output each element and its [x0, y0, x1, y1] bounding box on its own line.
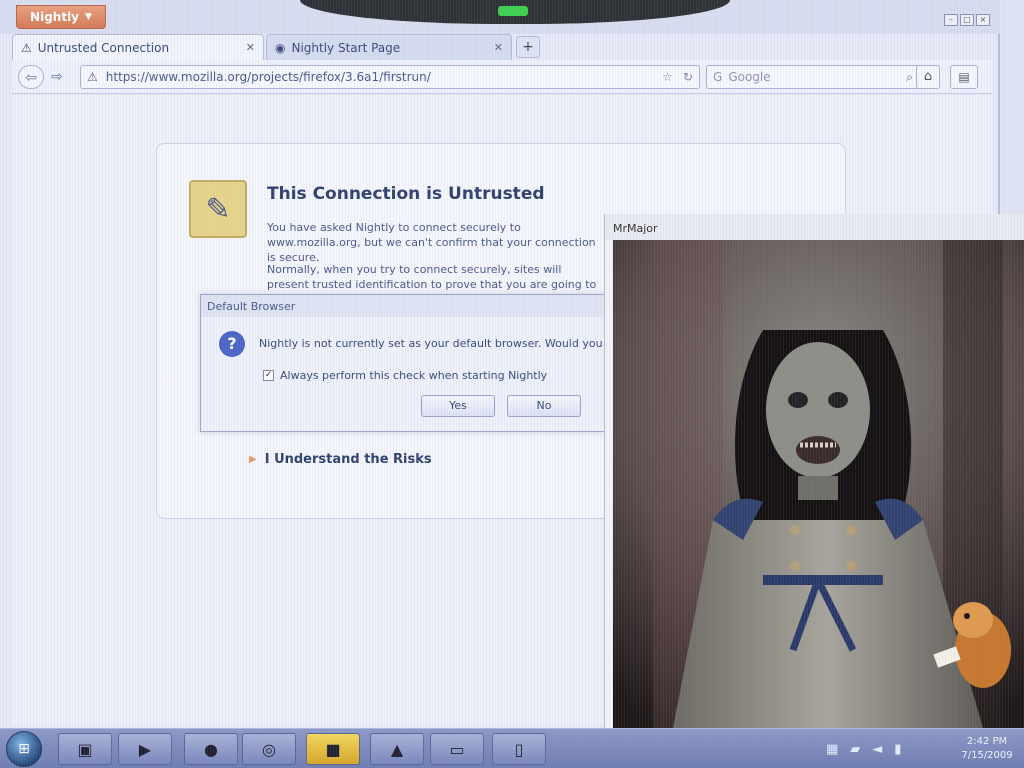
title-bar: Nightly ▼ – □ ×	[0, 0, 1000, 34]
triangle-right-icon: ▶	[249, 454, 257, 465]
navigation-toolbar: ⇦ ⇨ ⚠ https://www.mozilla.org/projects/f…	[12, 60, 992, 94]
taskbar-app-2[interactable]: ▶	[118, 733, 172, 765]
warning-icon: ⚠	[21, 40, 32, 55]
taskbar-clock[interactable]: 2:42 PM 7/15/2009	[952, 733, 1022, 765]
window-icon: ▭	[449, 739, 465, 759]
bookmarks-button[interactable]: ▤	[950, 65, 978, 89]
clock-date: 7/15/2009	[961, 750, 1013, 761]
close-icon[interactable]: ✕	[246, 41, 255, 54]
indicator-icon	[498, 6, 528, 16]
checkbox-label: Always perform this check when starting …	[280, 369, 548, 382]
cube-icon: ■	[325, 739, 341, 759]
close-icon[interactable]: ×	[976, 14, 990, 26]
app-menu-button[interactable]: Nightly ▼	[16, 5, 106, 29]
image-viewer-window: MrMajor	[604, 214, 1024, 728]
certificate-icon: ✎	[189, 180, 247, 238]
taskbar-app-4[interactable]: ◎	[242, 733, 296, 765]
taskbar-app-5[interactable]: ■	[306, 733, 360, 765]
checkbox[interactable]: ✓	[263, 370, 274, 381]
close-icon[interactable]: ✕	[494, 41, 503, 54]
reload-icon[interactable]: ↻	[683, 70, 693, 84]
error-paragraph: You have asked Nightly to connect secure…	[267, 221, 596, 264]
taskbar: ⊞ ▣ ▶ ● ◎ ■ ▲ ▭ ▯ ▦ ▰ ◄ ▮ 2:42 PM 7/15/2…	[0, 728, 1024, 768]
firefox-icon: ◎	[262, 739, 276, 759]
search-icon[interactable]: ⌕	[906, 70, 913, 85]
media-player-icon: ▶	[138, 739, 152, 759]
default-check-option[interactable]: ✓ Always perform this check when startin…	[263, 369, 547, 382]
doll-photo-graphic	[613, 240, 1024, 728]
yes-button[interactable]: Yes	[421, 395, 495, 417]
url-text: https://www.mozilla.org/projects/firefox…	[105, 70, 431, 84]
viewer-title: MrMajor	[605, 214, 1024, 240]
system-tray: ▦ ▰ ◄ ▮	[820, 733, 960, 765]
clock-time: 2:42 PM	[966, 736, 1008, 747]
doll-photo	[613, 240, 1024, 728]
tray-icon[interactable]: ▦	[826, 742, 838, 757]
home-button[interactable]: ⌂	[916, 65, 940, 89]
volume-icon[interactable]: ◄	[872, 742, 882, 757]
vlc-icon: ▲	[390, 739, 404, 759]
taskbar-app-7[interactable]: ▭	[430, 733, 484, 765]
network-icon[interactable]: ▰	[850, 742, 860, 757]
top-panel-notch	[300, 0, 730, 24]
search-placeholder: Google	[728, 70, 771, 84]
page-title: This Connection is Untrusted	[267, 184, 545, 204]
url-bar[interactable]: ⚠ https://www.mozilla.org/projects/firef…	[80, 65, 700, 89]
risks-label: I Understand the Risks	[264, 452, 432, 467]
dialog-title: Default Browser	[201, 295, 607, 317]
new-tab-button[interactable]: +	[516, 36, 540, 58]
circle-app-icon: ●	[204, 739, 218, 759]
taskbar-app-6[interactable]: ▲	[370, 733, 424, 765]
window-icon: ▯	[514, 739, 524, 759]
taskbar-app-3[interactable]: ●	[184, 733, 238, 765]
taskbar-app-8[interactable]: ▯	[492, 733, 546, 765]
question-icon: ?	[219, 331, 245, 357]
forward-button[interactable]: ⇨	[46, 65, 68, 89]
start-button[interactable]: ⊞	[6, 731, 42, 767]
google-icon[interactable]: G	[713, 70, 722, 84]
star-icon[interactable]: ☆	[662, 70, 673, 84]
globe-icon: ◉	[275, 40, 286, 55]
minimize-icon[interactable]: –	[944, 14, 958, 26]
no-button[interactable]: No	[507, 395, 581, 417]
chevron-down-icon: ▼	[85, 12, 92, 22]
maximize-icon[interactable]: □	[960, 14, 974, 26]
window-controls: – □ ×	[944, 14, 990, 26]
monitor-icon: ▣	[77, 739, 93, 759]
tray-icon[interactable]: ▮	[894, 742, 901, 757]
app-menu-label: Nightly	[30, 10, 80, 24]
tab-nightly-start-page[interactable]: ◉ Nightly Start Page ✕	[266, 34, 512, 60]
search-input[interactable]: G Google ⌕	[706, 65, 920, 89]
taskbar-app-1[interactable]: ▣	[58, 733, 112, 765]
default-browser-dialog: Default Browser ? Nightly is not current…	[200, 294, 808, 432]
tab-label: Nightly Start Page	[291, 40, 401, 55]
back-button[interactable]: ⇦	[18, 65, 44, 89]
tab-untrusted-connection[interactable]: ⚠ Untrusted Connection ✕	[12, 34, 264, 60]
understand-risks-link[interactable]: ▶ I Understand the Risks	[249, 452, 432, 467]
tab-strip: ⚠ Untrusted Connection ✕ ◉ Nightly Start…	[12, 34, 992, 60]
warning-icon: ⚠	[87, 70, 98, 84]
tab-label: Untrusted Connection	[37, 40, 170, 55]
